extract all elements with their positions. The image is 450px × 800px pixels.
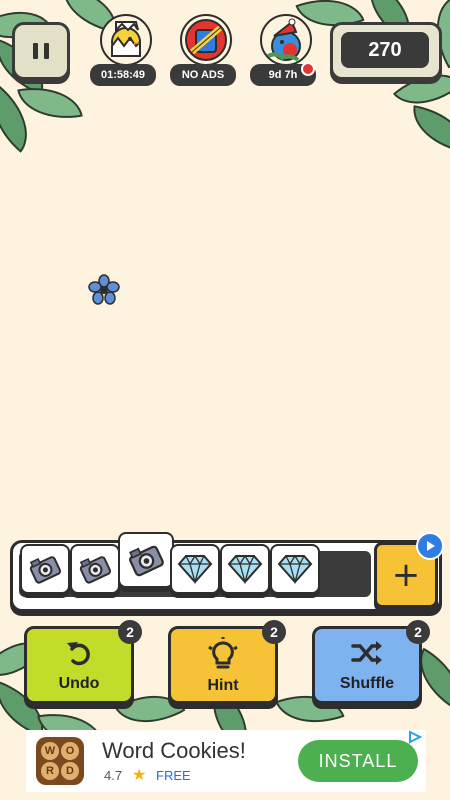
- pause-icon: [33, 43, 38, 59]
- install-button[interactable]: INSTALL: [298, 740, 418, 782]
- shuffle-icon: [351, 641, 382, 665]
- adchoices-icon[interactable]: [408, 730, 424, 744]
- word-cookies-app-icon: W O R D: [36, 737, 84, 785]
- watch-video-icon: [416, 532, 444, 560]
- camera-icon: [79, 556, 112, 584]
- shuffle-count-badge: 2: [406, 620, 430, 644]
- diamond-icon: [277, 554, 313, 584]
- star-icon: ★: [132, 765, 147, 784]
- ad-price: FREE: [156, 768, 191, 783]
- shuffle-label: Shuffle: [339, 675, 395, 692]
- christmas-bird-icon: [260, 14, 312, 66]
- ad-rating: 4.7: [104, 768, 123, 783]
- event-bird-button[interactable]: 9d 7h: [246, 14, 322, 90]
- plus-icon: +: [391, 555, 421, 595]
- tray-tile-camera: [20, 544, 70, 594]
- score-panel: 270: [330, 22, 442, 80]
- no-ads-button[interactable]: NO ADS: [166, 14, 242, 90]
- camera-icon: [129, 545, 164, 577]
- blue-flower-icon: [88, 274, 120, 305]
- top-hud: 01:58:49 NO ADS 9d 7h 270: [0, 0, 450, 100]
- pause-button[interactable]: [12, 22, 70, 80]
- event-timer: 01:58:49: [90, 64, 156, 86]
- score-value: 270: [341, 32, 429, 68]
- tray-tile-diamond: [170, 544, 220, 594]
- undo-label: Undo: [58, 675, 100, 692]
- shuffle-button[interactable]: Shuffle: [312, 626, 422, 704]
- lightbulb-icon: [208, 637, 238, 669]
- hint-count-badge: 2: [262, 620, 286, 644]
- event-chick-button[interactable]: 01:58:49: [86, 14, 162, 90]
- tray-tile-camera: [70, 544, 120, 594]
- undo-button[interactable]: Undo: [24, 626, 134, 704]
- ad-app-name: Word Cookies!: [102, 738, 246, 763]
- diamond-icon: [227, 554, 263, 584]
- tray-tile-camera: [118, 532, 174, 588]
- hint-label: Hint: [207, 677, 239, 694]
- undo-icon: [67, 642, 90, 666]
- hint-button[interactable]: Hint: [168, 626, 278, 704]
- ad-banner[interactable]: W O R D Word Cookies! 4.7 ★ FREE INSTALL: [26, 730, 426, 792]
- notification-dot: [301, 62, 315, 76]
- tray-tile-diamond: [270, 544, 320, 594]
- hatching-chick-icon: [100, 14, 152, 66]
- diamond-icon: [177, 554, 213, 584]
- tray-tile-diamond: [220, 544, 270, 594]
- undo-count-badge: 2: [118, 620, 142, 644]
- remove-ads-icon: [180, 14, 232, 66]
- no-ads-label: NO ADS: [170, 64, 236, 86]
- camera-icon: [29, 556, 62, 584]
